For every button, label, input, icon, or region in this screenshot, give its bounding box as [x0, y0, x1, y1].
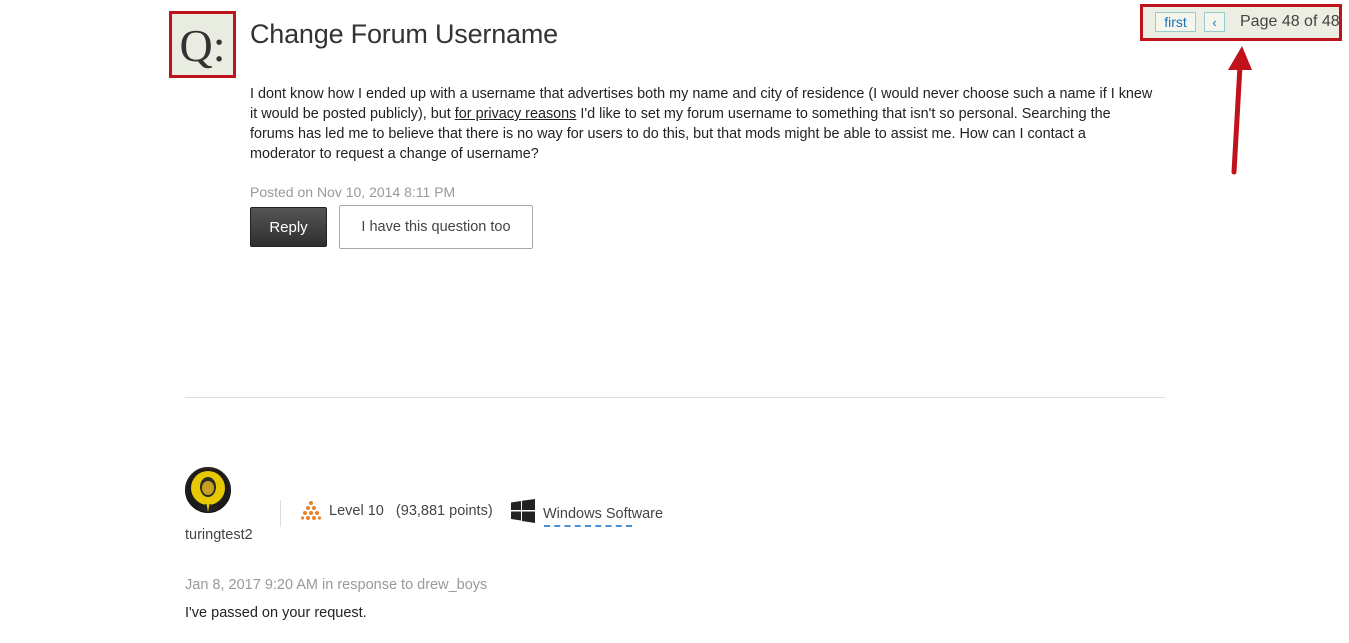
question-icon: Q:	[169, 11, 236, 78]
previous-page-button[interactable]: ‹	[1204, 12, 1225, 32]
level-label: Level 10	[329, 503, 384, 519]
reply-body: I've passed on your request.	[185, 605, 367, 621]
question-title: Change Forum Username	[250, 19, 558, 49]
points-label: (93,881 points)	[395, 503, 493, 519]
page-indicator: Page 48 of 48	[1240, 13, 1340, 30]
category-link[interactable]: Windows Software	[543, 506, 663, 522]
user-level: Level 10 (93,881 points)	[329, 503, 493, 519]
category-underline	[544, 525, 632, 527]
windows-logo-icon	[511, 499, 535, 523]
reply-username[interactable]: turingtest2	[185, 527, 253, 543]
reply-meta: Jan 8, 2017 9:20 AM in response to drew_…	[185, 577, 488, 593]
avatar-portrait-icon	[186, 468, 230, 512]
meta-separator	[280, 500, 281, 527]
first-page-button[interactable]: first	[1155, 12, 1196, 32]
annotation-arrow-icon	[1228, 46, 1252, 175]
question-body: I dont know how I ended up with a userna…	[250, 84, 1155, 164]
reply-button[interactable]: Reply	[250, 207, 327, 247]
avatar[interactable]	[185, 467, 231, 513]
level-pyramid-icon	[301, 501, 321, 520]
question-icon-label: Q:	[179, 19, 226, 71]
posted-date: Posted on Nov 10, 2014 8:11 PM	[250, 184, 456, 200]
privacy-reasons-link[interactable]: for privacy reasons	[455, 106, 577, 122]
section-divider	[185, 397, 1165, 398]
have-question-too-button[interactable]: I have this question too	[339, 205, 533, 249]
chevron-left-icon: ‹	[1212, 14, 1217, 30]
